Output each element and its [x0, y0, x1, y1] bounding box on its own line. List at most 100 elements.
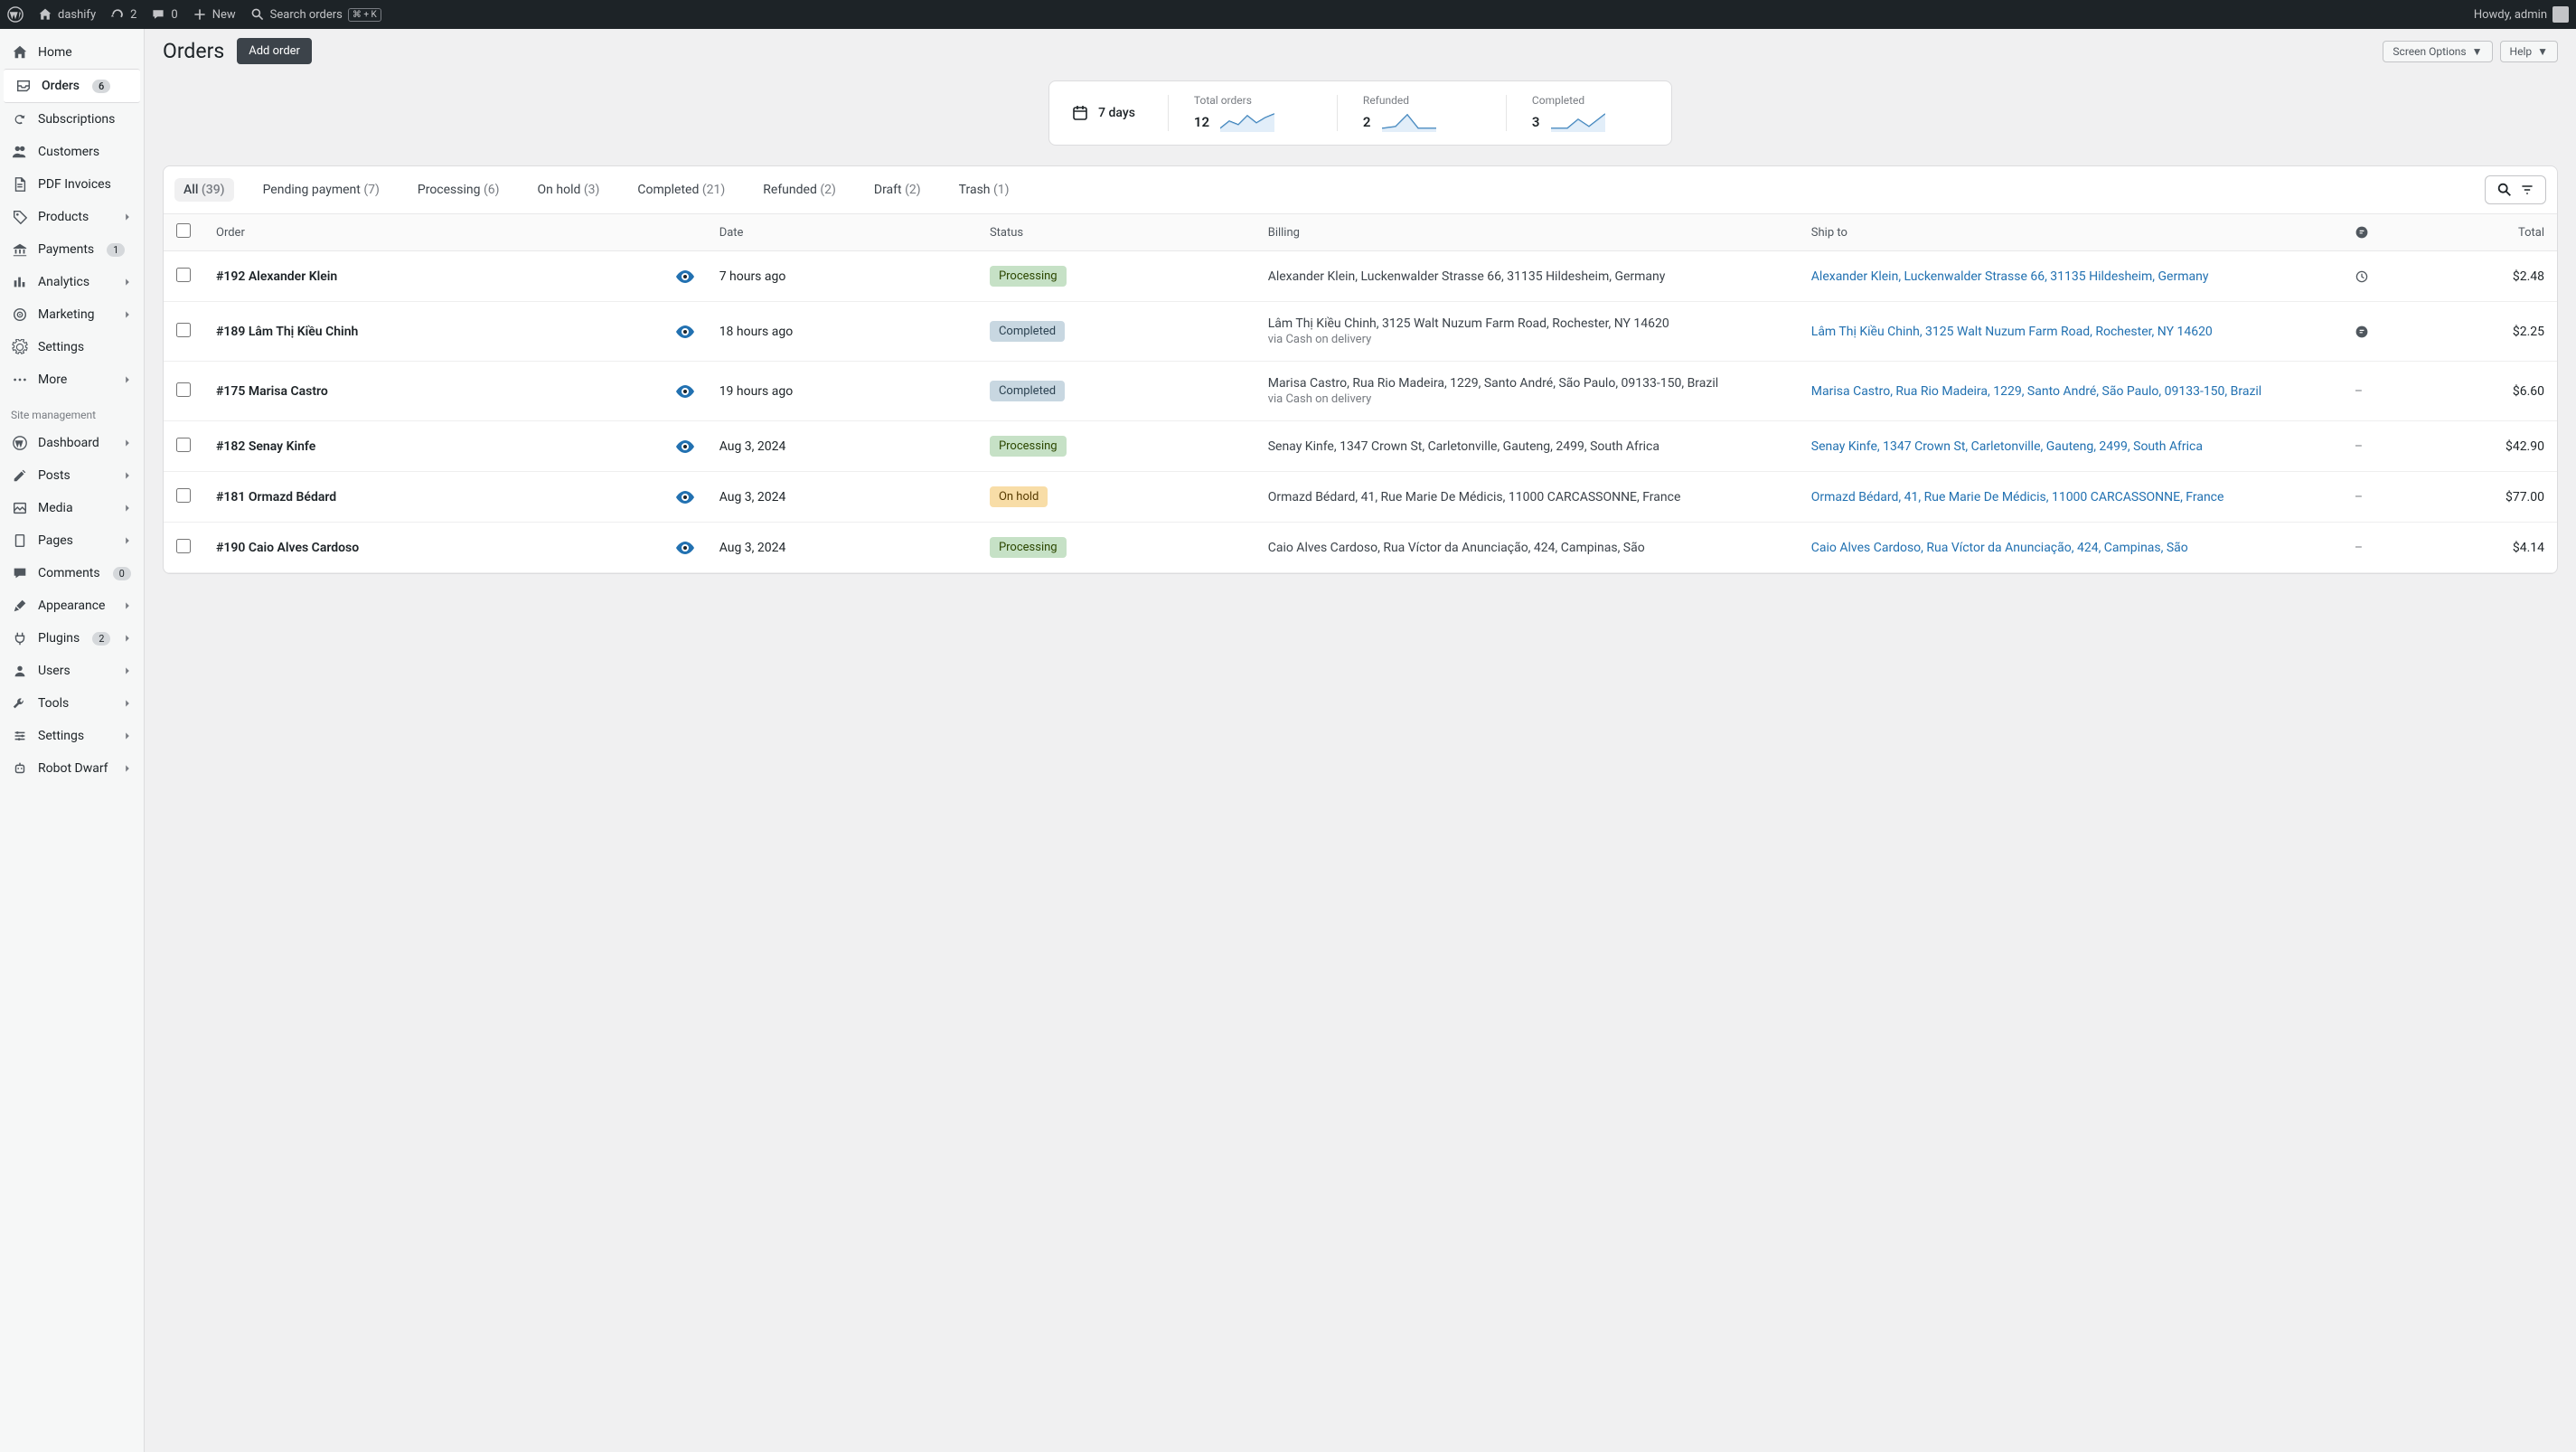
tab-count: (21) — [702, 183, 725, 197]
new-content-link[interactable]: New — [193, 7, 236, 22]
wp-logo-icon[interactable] — [7, 6, 24, 23]
ship-to-address[interactable]: Ormazd Bédard, 41, Rue Marie De Médicis,… — [1799, 472, 2342, 523]
preview-icon[interactable] — [676, 542, 694, 554]
order-date: Aug 3, 2024 — [707, 523, 977, 573]
sidebar-item-pages[interactable]: Pages — [0, 524, 144, 557]
sidebar-item-posts[interactable]: Posts — [0, 459, 144, 492]
tab-completed[interactable]: Completed (21) — [628, 178, 734, 202]
sidebar-item-label: Products — [38, 210, 89, 224]
col-date[interactable]: Date — [707, 214, 977, 251]
sidebar-item-orders[interactable]: Orders6 — [4, 69, 140, 103]
order-total: $42.90 — [2382, 421, 2557, 472]
row-checkbox[interactable] — [176, 323, 191, 337]
preview-icon[interactable] — [676, 440, 694, 453]
search-filter-button[interactable] — [2485, 175, 2546, 204]
sidebar-item-dashboard[interactable]: Dashboard — [0, 427, 144, 459]
bank-icon — [11, 240, 29, 259]
col-shipto[interactable]: Ship to — [1799, 214, 2342, 251]
sidebar-item-robot-dwarf[interactable]: Robot Dwarf — [0, 752, 144, 785]
updates-link[interactable]: 2 — [110, 7, 136, 22]
inbox-icon — [14, 77, 33, 95]
col-status[interactable]: Status — [977, 214, 1255, 251]
table-row[interactable]: #192 Alexander Klein7 hours agoProcessin… — [164, 251, 2557, 302]
sidebar-item-payments[interactable]: Payments1 — [0, 233, 144, 266]
ship-to-address[interactable]: Caio Alves Cardoso, Rua Víctor da Anunci… — [1799, 523, 2342, 573]
tab-pending-payment[interactable]: Pending payment (7) — [254, 178, 389, 202]
add-order-button[interactable]: Add order — [237, 38, 312, 64]
tab-processing[interactable]: Processing (6) — [409, 178, 509, 202]
sidebar-item-plugins[interactable]: Plugins2 — [0, 622, 144, 655]
tab-all[interactable]: All (39) — [174, 178, 234, 202]
tab-draft[interactable]: Draft (2) — [865, 178, 930, 202]
sidebar-item-label: Settings — [38, 729, 84, 743]
table-row[interactable]: #175 Marisa Castro19 hours agoCompletedM… — [164, 362, 2557, 421]
order-link[interactable]: #181 Ormazd Bédard — [216, 490, 336, 504]
updates-count: 2 — [130, 8, 136, 22]
billing-address: Marisa Castro, Rua Rio Madeira, 1229, Sa… — [1255, 362, 1799, 421]
sidebar-item-label: Plugins — [38, 631, 80, 646]
sidebar-item-pdf-invoices[interactable]: PDF Invoices — [0, 168, 144, 201]
tab-trash[interactable]: Trash (1) — [950, 178, 1019, 202]
sidebar-item-comments[interactable]: Comments0 — [0, 557, 144, 589]
billing-address: Caio Alves Cardoso, Rua Víctor da Anunci… — [1255, 523, 1799, 573]
sidebar-item-more[interactable]: More — [0, 363, 144, 396]
sidebar-item-customers[interactable]: Customers — [0, 136, 144, 168]
col-order[interactable]: Order — [203, 214, 663, 251]
table-row[interactable]: #181 Ormazd BédardAug 3, 2024On holdOrma… — [164, 472, 2557, 523]
col-billing[interactable]: Billing — [1255, 214, 1799, 251]
row-checkbox[interactable] — [176, 438, 191, 452]
sidebar-item-analytics[interactable]: Analytics — [0, 266, 144, 298]
order-link[interactable]: #192 Alexander Klein — [216, 269, 337, 284]
target-icon — [11, 306, 29, 324]
sidebar-item-users[interactable]: Users — [0, 655, 144, 687]
order-link[interactable]: #175 Marisa Castro — [216, 384, 328, 399]
ship-to-address[interactable]: Senay Kinfe, 1347 Crown St, Carletonvill… — [1799, 421, 2342, 472]
order-total: $6.60 — [2382, 362, 2557, 421]
account-link[interactable]: Howdy, admin — [2474, 6, 2569, 23]
sidebar-item-media[interactable]: Media — [0, 492, 144, 524]
sidebar-item-products[interactable]: Products — [0, 201, 144, 233]
order-link[interactable]: #189 Lâm Thị Kiều Chinh — [216, 325, 358, 339]
calendar-icon — [1071, 104, 1089, 122]
orders-table: Order Date Status Billing Ship to Total … — [164, 214, 2557, 573]
order-date: Aug 3, 2024 — [707, 472, 977, 523]
wp-icon — [11, 434, 29, 452]
sidebar-item-home[interactable]: Home — [0, 36, 144, 69]
preview-icon[interactable] — [676, 491, 694, 504]
chevron-right-icon — [122, 470, 133, 481]
preview-icon[interactable] — [676, 270, 694, 283]
help-button[interactable]: Help ▼ — [2500, 41, 2558, 62]
ship-to-address[interactable]: Marisa Castro, Rua Rio Madeira, 1229, Sa… — [1799, 362, 2342, 421]
order-link[interactable]: #190 Caio Alves Cardoso — [216, 541, 359, 555]
search-orders-link[interactable]: Search orders ⌘ + K — [250, 7, 381, 22]
stats-period[interactable]: 7 days — [1071, 104, 1142, 122]
ship-to-address[interactable]: Alexander Klein, Luckenwalder Strasse 66… — [1799, 251, 2342, 302]
sidebar-item-tools[interactable]: Tools — [0, 687, 144, 720]
row-checkbox[interactable] — [176, 382, 191, 397]
tab-label: Refunded — [763, 183, 817, 197]
select-all-checkbox[interactable] — [176, 223, 191, 238]
row-checkbox[interactable] — [176, 539, 191, 553]
ship-to-address[interactable]: Lâm Thị Kiều Chinh, 3125 Walt Nuzum Farm… — [1799, 302, 2342, 362]
table-row[interactable]: #190 Caio Alves CardosoAug 3, 2024Proces… — [164, 523, 2557, 573]
comment-icon — [11, 564, 29, 582]
sidebar-item-subscriptions[interactable]: Subscriptions — [0, 103, 144, 136]
sidebar-item-appearance[interactable]: Appearance — [0, 589, 144, 622]
row-checkbox[interactable] — [176, 268, 191, 282]
row-checkbox[interactable] — [176, 488, 191, 503]
tab-refunded[interactable]: Refunded (2) — [754, 178, 845, 202]
site-home-link[interactable]: dashify — [38, 7, 96, 22]
sidebar-item-marketing[interactable]: Marketing — [0, 298, 144, 331]
screen-options-button[interactable]: Screen Options ▼ — [2383, 41, 2492, 62]
preview-icon[interactable] — [676, 325, 694, 338]
tab-count: (7) — [363, 183, 380, 197]
comments-link[interactable]: 0 — [151, 7, 177, 22]
sidebar-item-settings[interactable]: Settings — [0, 331, 144, 363]
preview-icon[interactable] — [676, 385, 694, 398]
table-row[interactable]: #182 Senay KinfeAug 3, 2024ProcessingSen… — [164, 421, 2557, 472]
table-row[interactable]: #189 Lâm Thị Kiều Chinh18 hours agoCompl… — [164, 302, 2557, 362]
tab-on-hold[interactable]: On hold (3) — [529, 178, 609, 202]
sidebar-item-settings[interactable]: Settings — [0, 720, 144, 752]
order-link[interactable]: #182 Senay Kinfe — [216, 439, 315, 454]
col-total[interactable]: Total — [2382, 214, 2557, 251]
